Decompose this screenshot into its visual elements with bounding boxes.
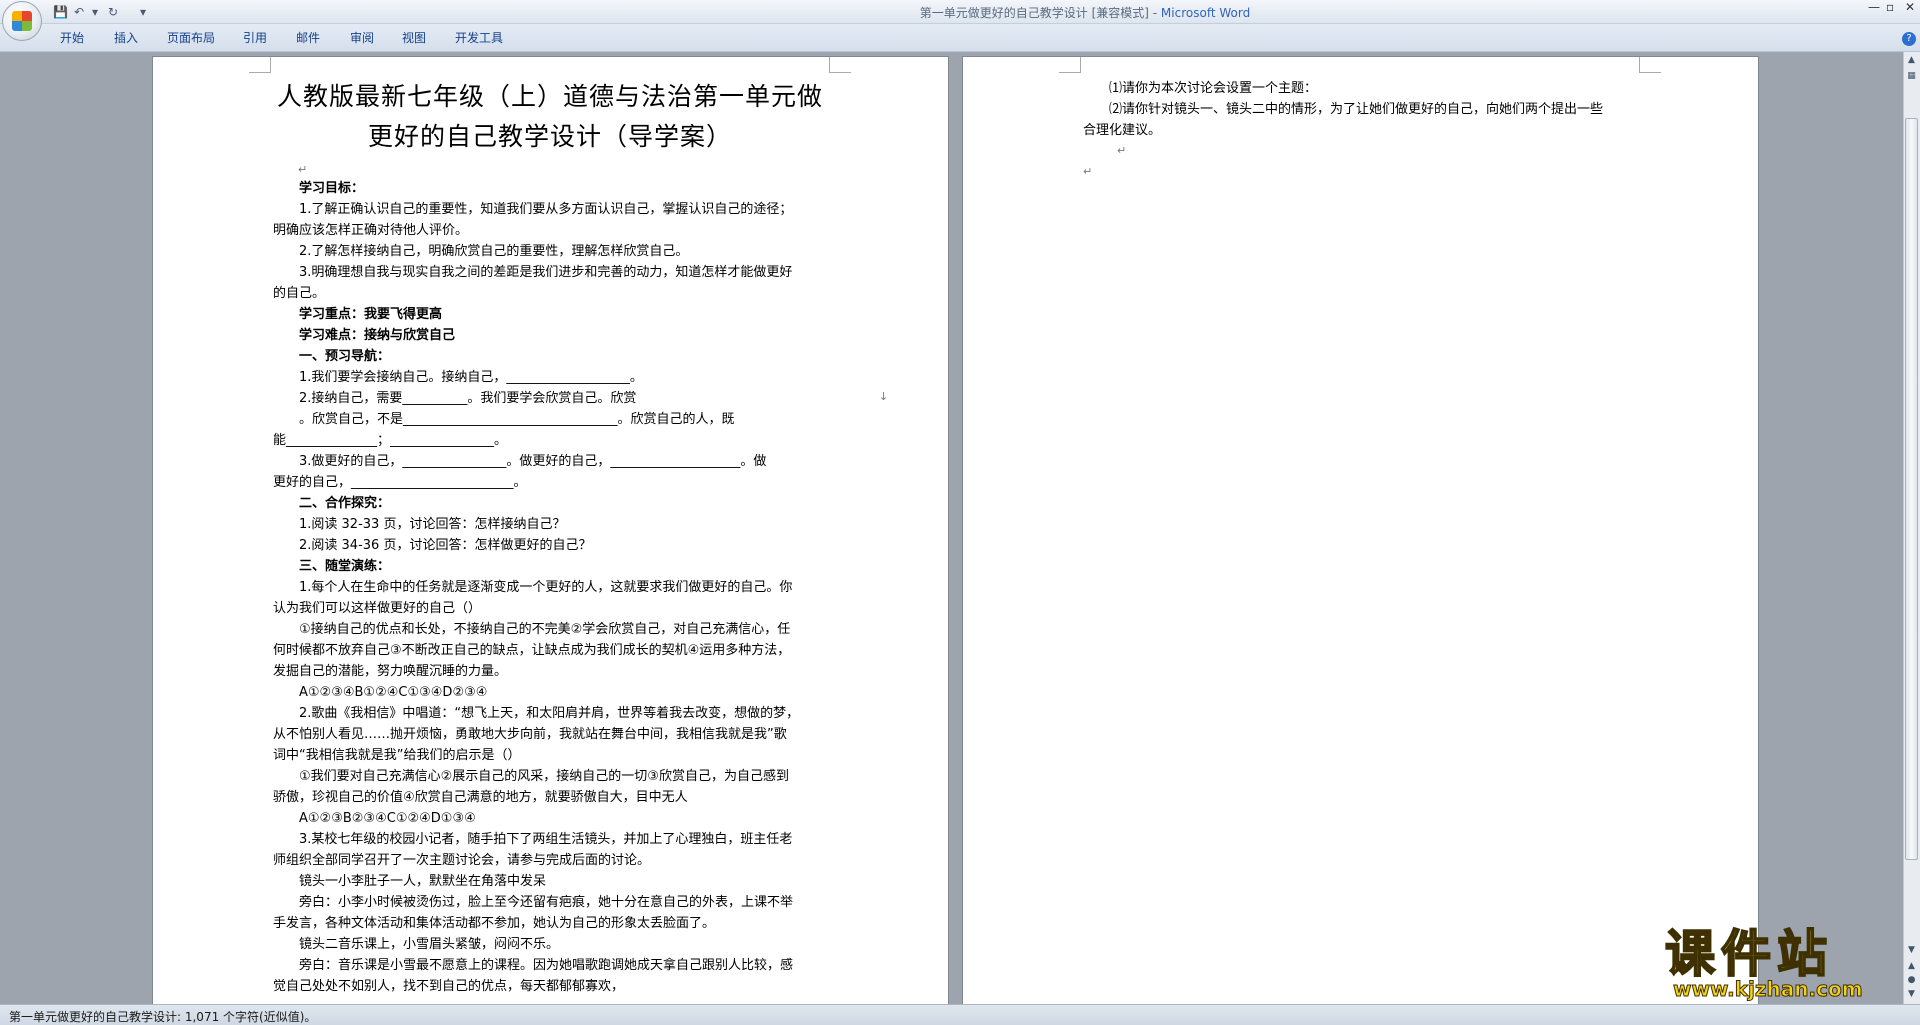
section-heading: 学习难点：接纳与欣赏自己 — [299, 328, 456, 343]
scrollbar-thumb[interactable] — [1905, 118, 1918, 860]
body-text: 能______________；________________。 — [273, 433, 508, 448]
maximize-button[interactable]: ▫ — [1886, 0, 1894, 18]
watermark-title: 课件站 — [1664, 925, 1833, 983]
margin-corner-mark — [1639, 57, 1661, 73]
paragraph-mark: ↓ — [879, 390, 889, 403]
title-line-1: 人教版最新七年级（上）道德与法治第一单元做 — [276, 82, 823, 111]
tab-insert[interactable]: 插入 — [114, 29, 138, 46]
body-text: 1.阅读 32-33 页，讨论回答：怎样接纳自己？ — [299, 517, 566, 532]
body-text: 1.每个人在生命中的任务就是逐渐变成一个更好的人，这就要求我们做更好的自己。你 — [299, 580, 793, 595]
customize-quick-access-icon[interactable]: ▾ — [140, 4, 146, 20]
save-icon[interactable]: 💾 — [53, 4, 68, 20]
paragraph-mark: ↵ — [1117, 144, 1127, 157]
help-icon[interactable]: ? — [1902, 32, 1916, 46]
undo-dropdown-icon[interactable]: ▾ — [92, 4, 98, 20]
watermark-url: www.kjzhan.com — [1673, 977, 1864, 1002]
paragraph-mark: ↵ — [298, 163, 308, 176]
body-text: 。欣赏自己，不是________________________________… — [299, 412, 735, 427]
body-text: 3.明确理想自我与现实自我之间的差距是我们进步和完善的动力，知道怎样才能做更好 — [299, 265, 793, 280]
body-text: 觉自己处处不如别人，找不到自己的优点，每天都郁郁寡欢， — [273, 979, 625, 994]
body-text: ⑴请你为本次讨论会设置一个主题： — [1109, 81, 1318, 96]
body-text: 2.接纳自己，需要__________。我们要学会欣赏自己。欣赏 — [299, 391, 637, 406]
tab-mailings[interactable]: 邮件 — [296, 29, 320, 46]
document-page-2[interactable]: ⑴请你为本次讨论会设置一个主题： ⑵请你针对镜头一、镜头二中的情形，为了让她们做… — [962, 56, 1759, 1004]
section-heading: 二、合作探究： — [299, 496, 391, 511]
body-text: 1.了解正确认识自己的重要性，知道我们要从多方面认识自己，掌握认识自己的途径； — [299, 202, 793, 217]
close-button[interactable]: ✕ — [1905, 0, 1915, 18]
body-text: 明确应该怎样正确对待他人评价。 — [273, 223, 469, 238]
tab-references[interactable]: 引用 — [243, 29, 267, 46]
tab-review[interactable]: 审阅 — [350, 29, 374, 46]
body-text: 发掘自己的潜能，努力唤醒沉睡的力量。 — [273, 664, 508, 679]
document-title: 人教版最新七年级（上）道德与法治第一单元做 更好的自己教学设计（导学案） — [267, 77, 833, 157]
body-text: 2.阅读 34-36 页，讨论回答：怎样做更好的自己？ — [299, 538, 592, 553]
body-text: 词中“我相信我就是我”给我们的启示是（） — [273, 748, 521, 763]
body-text: ⑵请你针对镜头一、镜头二中的情形，为了让她们做更好的自己，向她们两个提出一些 — [1109, 102, 1604, 117]
scroll-up-icon[interactable]: ▲ — [1905, 54, 1918, 67]
body-text: 更好的自己，_________________________。 — [273, 475, 527, 490]
document-page-1[interactable]: 人教版最新七年级（上）道德与法治第一单元做 更好的自己教学设计（导学案） ↵ 学… — [152, 56, 949, 1004]
body-text: 3.某校七年级的校园小记者，随手拍下了两组生活镜头，并加上了心理独白，班主任老 — [299, 832, 793, 847]
title-bar: 第一单元做更好的自己教学设计 [兼容模式] - Microsoft Word 💾… — [0, 0, 1920, 24]
title-line-2: 更好的自己教学设计（导学案） — [367, 122, 732, 151]
body-text: 旁白：音乐课是小雪最不愿意上的课程。因为她唱歌跑调她成天拿自己跟别人比较，感 — [299, 958, 794, 973]
paragraph-mark: ↵ — [1083, 165, 1093, 178]
app-name: Microsoft Word — [1160, 6, 1251, 20]
body-text: 3.做更好的自己，________________。做更好的自己，_______… — [299, 454, 767, 469]
margin-corner-mark — [249, 57, 271, 73]
body-text: 手发言，各种文体活动和集体活动都不参加，她认为自己的形象太丢脸面了。 — [273, 916, 716, 931]
body-text: 镜头二音乐课上，小雪眉头紧皱，闷闷不乐。 — [299, 937, 560, 952]
answer-options: A①②③B②③④C①②④D①③④ — [299, 811, 476, 826]
body-text: 师组织全部同学召开了一次主题讨论会，请参与完成后面的讨论。 — [273, 853, 651, 868]
document-workspace: 人教版最新七年级（上）道德与法治第一单元做 更好的自己教学设计（导学案） ↵ 学… — [0, 52, 1903, 1004]
body-text: ①我们要对自己充满信心②展示自己的风采，接纳自己的一切③欣赏自己，为自己感到 — [299, 769, 789, 784]
ruler-toggle-icon[interactable]: ▦ — [1905, 70, 1918, 83]
undo-icon[interactable]: ↶ — [74, 4, 84, 20]
section-heading: 一、预习导航： — [299, 349, 391, 364]
tab-view[interactable]: 视图 — [402, 29, 426, 46]
redo-icon[interactable]: ↻ — [108, 4, 118, 20]
margin-corner-mark — [829, 57, 851, 73]
tab-developer[interactable]: 开发工具 — [455, 29, 503, 46]
answer-options: A①②③④B①②④C①③④D②③④ — [299, 685, 488, 700]
word-count-status[interactable]: 第一单元做更好的自己教学设计: 1,071 个字符(近似值)。 — [9, 1008, 316, 1025]
body-text: 1.我们要学会接纳自己。接纳自己，___________________。 — [299, 370, 643, 385]
section-heading: 三、随堂演练： — [299, 559, 391, 574]
office-logo-icon — [12, 11, 32, 31]
ribbon-tabs: 开始 插入 页面布局 引用 邮件 审阅 视图 开发工具 — [0, 24, 1920, 52]
section-heading: 学习目标： — [299, 181, 365, 196]
body-text: ①接纳自己的优点和长处，不接纳自己的不完美②学会欣赏自己，对自己充满信心，任 — [299, 622, 791, 637]
tab-page-layout[interactable]: 页面布局 — [167, 29, 215, 46]
body-text: 2.了解怎样接纳自己，明确欣赏自己的重要性，理解怎样欣赏自己。 — [299, 244, 689, 259]
body-text: 合理化建议。 — [1083, 123, 1162, 138]
tab-home[interactable]: 开始 — [60, 29, 84, 46]
margin-corner-mark — [1059, 57, 1081, 73]
body-text: 2.歌曲《我相信》中唱道：“想飞上天，和太阳肩并肩，世界等着我去改变，想做的梦， — [299, 706, 800, 721]
body-text: 旁白：小李小时候被烫伤过，脸上至今还留有疤痕，她十分在意自己的外表，上课不举 — [299, 895, 794, 910]
body-text: 认为我们可以这样做更好的自己（） — [273, 601, 482, 616]
body-text: 何时候都不放弃自己③不断改正自己的缺点，让缺点成为我们成长的契机④运用多种方法， — [273, 643, 791, 658]
body-text: 骄傲，珍视自己的价值④欣赏自己满意的地方，就要骄傲自大，目中无人 — [273, 790, 688, 805]
minimize-button[interactable]: — — [1868, 0, 1880, 18]
section-heading: 学习重点：我要飞得更高 — [299, 307, 443, 322]
status-bar: 第一单元做更好的自己教学设计: 1,071 个字符(近似值)。 — [0, 1004, 1920, 1025]
window-title: 第一单元做更好的自己教学设计 [兼容模式] - Microsoft Word — [919, 6, 1251, 20]
body-text: 镜头一小李肚子一人，默默坐在角落中发呆 — [299, 874, 547, 889]
site-watermark-logo: 课件站 www.kjzhan.com — [1664, 925, 1915, 1002]
body-text: 从不怕别人看见……抛开烦恼，勇敢地大步向前，我就站在舞台中间，我相信我就是我”歌 — [273, 727, 787, 742]
office-button[interactable] — [2, 1, 42, 41]
body-text: 的自己。 — [273, 286, 326, 301]
